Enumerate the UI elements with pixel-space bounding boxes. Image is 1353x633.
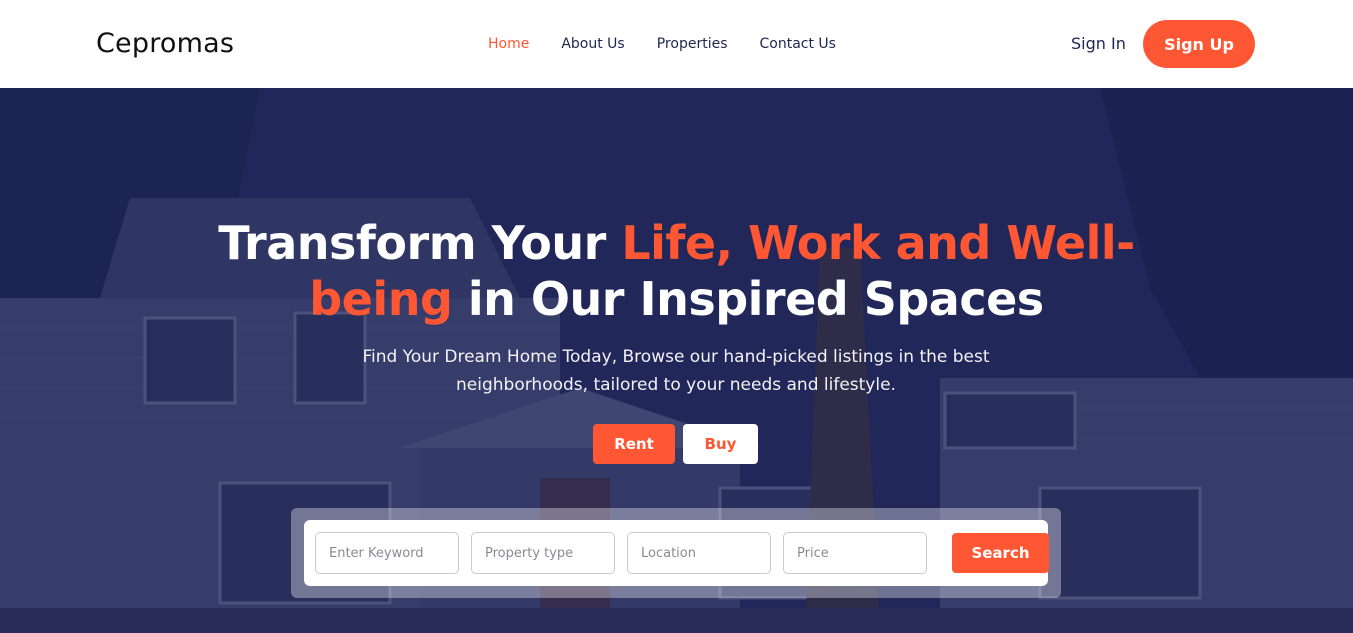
headline-text-2: in Our Inspired Spaces <box>452 272 1044 326</box>
site-header: Cepromas Home About Us Properties Contac… <box>0 0 1353 88</box>
search-panel: Search <box>291 508 1061 598</box>
nav-item-contact[interactable]: Contact Us <box>760 36 836 52</box>
buy-toggle-button[interactable]: Buy <box>683 424 758 464</box>
sign-in-link[interactable]: Sign In <box>1071 34 1126 53</box>
headline-accent-1: Life, Work and Well- <box>621 216 1135 270</box>
headline-text-1: Transform Your <box>218 216 622 270</box>
keyword-input[interactable] <box>315 532 459 574</box>
main-nav: Home About Us Properties Contact Us <box>488 36 868 52</box>
price-input[interactable] <box>783 532 927 574</box>
search-form: Search <box>304 520 1049 586</box>
brand-logo[interactable]: Cepromas <box>96 28 234 59</box>
hero-subtext: Find Your Dream Home Today, Browse our h… <box>326 343 1026 399</box>
nav-item-about[interactable]: About Us <box>561 36 624 52</box>
nav-item-properties[interactable]: Properties <box>657 36 728 52</box>
subtext-line-1: Find Your Dream Home Today, Browse our h… <box>362 347 990 367</box>
headline-accent-2: being <box>309 272 453 326</box>
property-type-input[interactable] <box>471 532 615 574</box>
subtext-line-2: neighborhoods, tailored to your needs an… <box>456 375 896 395</box>
nav-item-home[interactable]: Home <box>488 36 529 52</box>
hero-section: Transform Your Life, Work and Well- bein… <box>0 88 1353 633</box>
rent-toggle-button[interactable]: Rent <box>593 424 675 464</box>
location-input[interactable] <box>627 532 771 574</box>
hero-headline: Transform Your Life, Work and Well- bein… <box>0 215 1353 327</box>
search-button[interactable]: Search <box>952 533 1049 573</box>
sign-up-button[interactable]: Sign Up <box>1143 20 1255 68</box>
